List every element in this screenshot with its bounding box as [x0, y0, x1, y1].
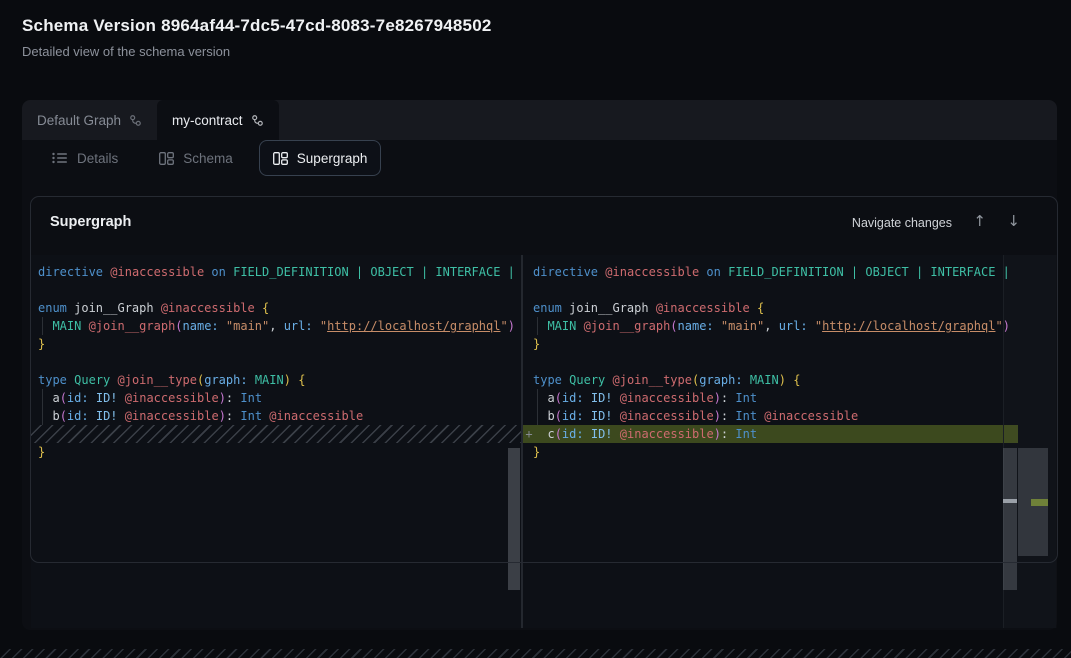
- list-icon: [52, 152, 68, 164]
- navigate-next-button[interactable]: ↓: [1007, 212, 1020, 230]
- code-line: }: [38, 443, 521, 461]
- code-line: }: [533, 443, 1071, 461]
- split-panel-icon: [159, 152, 174, 165]
- tab-label: Schema: [183, 151, 233, 166]
- scrollbar-change-marker: [1003, 499, 1017, 503]
- page-title: Schema Version 8964af44-7dc5-47cd-8083-7…: [22, 16, 492, 36]
- code-line: [533, 281, 1071, 299]
- supergraph-diff-editor: directive @inaccessible on FIELD_DEFINIT…: [31, 255, 1056, 628]
- tab-supergraph[interactable]: Supergraph: [259, 140, 382, 176]
- code-line: enum join__Graph @inaccessible {: [533, 299, 1071, 317]
- code-block-left: directive @inaccessible on FIELD_DEFINIT…: [31, 255, 521, 461]
- diff-left-pane[interactable]: directive @inaccessible on FIELD_DEFINIT…: [31, 255, 521, 628]
- tab-schema[interactable]: Schema: [145, 140, 247, 176]
- code-line: enum join__Graph @inaccessible {: [38, 299, 521, 317]
- tab-default-graph[interactable]: Default Graph: [22, 100, 157, 140]
- page-subtitle: Detailed view of the schema version: [22, 44, 230, 59]
- tab-label: Details: [77, 151, 118, 166]
- code-line: }: [38, 335, 521, 353]
- arrow-down-icon: ↓: [1007, 212, 1020, 230]
- tab-details[interactable]: Details: [38, 140, 132, 176]
- code-line: b(id: ID! @inaccessible): Int @inaccessi…: [533, 407, 1071, 425]
- code-line: b(id: ID! @inaccessible): Int @inaccessi…: [38, 407, 521, 425]
- supergraph-panel-title: Supergraph: [50, 214, 131, 230]
- code-line: directive @inaccessible on FIELD_DEFINIT…: [533, 263, 1071, 281]
- code-line: a(id: ID! @inaccessible): Int: [533, 389, 1071, 407]
- code-line: MAIN @join__graph(name: "main", url: "ht…: [533, 317, 1071, 335]
- tab-label: Supergraph: [297, 151, 368, 166]
- variant-tab-bar: Default Graph my-contract: [22, 100, 1057, 140]
- fork-icon: [129, 114, 142, 127]
- code-line: type Query @join__type(graph: MAIN) {: [533, 371, 1071, 389]
- code-line: [38, 281, 521, 299]
- diff-insert-sign: +: [523, 425, 535, 443]
- clipped-hatch-strip: [0, 649, 1071, 658]
- code-line: [533, 353, 1071, 371]
- tab-my-contract[interactable]: my-contract: [157, 100, 279, 140]
- split-panel-icon: [273, 152, 288, 165]
- diff-right-pane[interactable]: directive @inaccessible on FIELD_DEFINIT…: [523, 255, 1071, 628]
- diff-hatch-region: [31, 425, 521, 443]
- view-tab-bar: Details Schema Supergraph: [22, 140, 1057, 176]
- arrow-up-icon: ↑: [973, 212, 986, 230]
- code-line: MAIN @join__graph(name: "main", url: "ht…: [38, 317, 521, 335]
- code-line: a(id: ID! @inaccessible): Int: [38, 389, 521, 407]
- code-line: [38, 353, 521, 371]
- fork-icon: [251, 114, 264, 127]
- code-line: }: [533, 335, 1071, 353]
- minimap-added-marker: [1031, 499, 1048, 506]
- navigate-changes-label: Navigate changes: [852, 216, 952, 230]
- right-pane-scrollbar[interactable]: [1003, 448, 1017, 590]
- tab-label: Default Graph: [37, 113, 121, 128]
- code-line: directive @inaccessible on FIELD_DEFINIT…: [38, 263, 521, 281]
- diff-added-line: c(id: ID! @inaccessible): Int: [523, 425, 1018, 443]
- left-pane-scrollbar[interactable]: [508, 448, 520, 590]
- code-line: type Query @join__type(graph: MAIN) {: [38, 371, 521, 389]
- code-block-right: directive @inaccessible on FIELD_DEFINIT…: [523, 255, 1071, 461]
- navigate-previous-button[interactable]: ↑: [973, 212, 986, 230]
- tab-label: my-contract: [172, 113, 243, 128]
